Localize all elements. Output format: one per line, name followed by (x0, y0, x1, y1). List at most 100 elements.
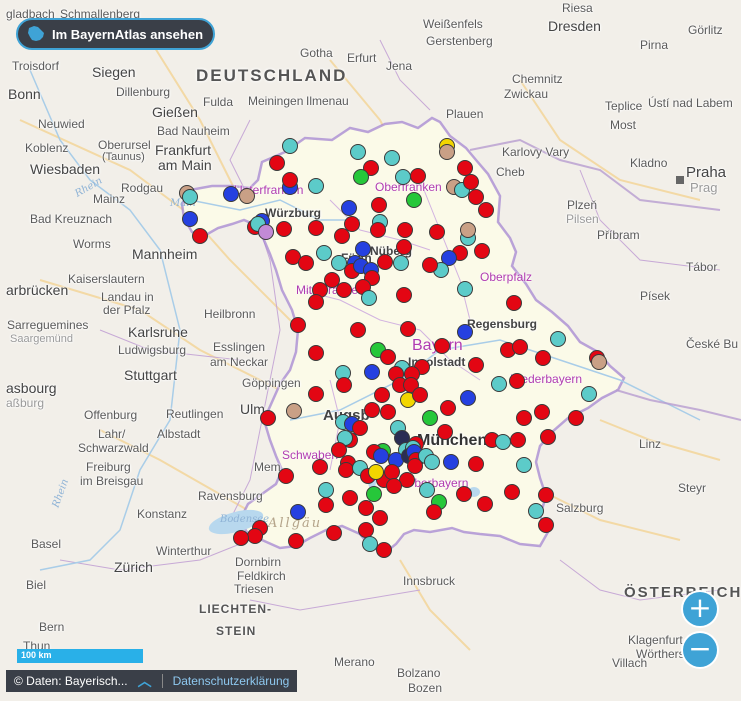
map-marker-teal[interactable] (528, 503, 544, 519)
map-marker-red[interactable] (400, 321, 416, 337)
map-marker-red[interactable] (534, 404, 550, 420)
map-marker-red[interactable] (247, 528, 263, 544)
map-marker-blue[interactable] (457, 324, 473, 340)
map-marker-red[interactable] (376, 542, 392, 558)
map-marker-teal[interactable] (395, 169, 411, 185)
map-marker-red[interactable] (364, 402, 380, 418)
zoom-in-button[interactable]: + (683, 592, 717, 626)
zoom-out-button[interactable]: − (683, 633, 717, 667)
map-marker-red[interactable] (336, 282, 352, 298)
map-marker-red[interactable] (478, 202, 494, 218)
map-marker-teal[interactable] (491, 376, 507, 392)
map-marker-red[interactable] (540, 429, 556, 445)
map-marker-red[interactable] (506, 295, 522, 311)
map-marker-red[interactable] (396, 239, 412, 255)
map-marker-teal[interactable] (384, 150, 400, 166)
map-marker-red[interactable] (344, 216, 360, 232)
map-marker-red[interactable] (342, 490, 358, 506)
map-marker-green[interactable] (422, 410, 438, 426)
map-marker-red[interactable] (468, 357, 484, 373)
map-marker-blue[interactable] (443, 454, 459, 470)
map-marker-red[interactable] (372, 510, 388, 526)
map-marker-red[interactable] (269, 155, 285, 171)
map-marker-teal[interactable] (318, 482, 334, 498)
map-marker-red[interactable] (308, 220, 324, 236)
map-marker-red[interactable] (422, 257, 438, 273)
map-marker-red[interactable] (380, 404, 396, 420)
map-marker-blue[interactable] (290, 504, 306, 520)
map-marker-brown[interactable] (286, 403, 302, 419)
map-marker-red[interactable] (308, 386, 324, 402)
map-marker-teal[interactable] (495, 434, 511, 450)
map-marker-red[interactable] (468, 456, 484, 472)
map-marker-teal[interactable] (516, 457, 532, 473)
map-marker-red[interactable] (412, 387, 428, 403)
map-marker-red[interactable] (397, 222, 413, 238)
map-marker-red[interactable] (512, 339, 528, 355)
map-marker-red[interactable] (290, 317, 306, 333)
map-marker-red[interactable] (374, 387, 390, 403)
map-marker-brown[interactable] (239, 188, 255, 204)
map-marker-red[interactable] (377, 254, 393, 270)
map-marker-blue[interactable] (373, 448, 389, 464)
map-marker-red[interactable] (410, 168, 426, 184)
map-marker-red[interactable] (233, 530, 249, 546)
map-marker-red[interactable] (437, 424, 453, 440)
map-marker-blue[interactable] (182, 211, 198, 227)
map-marker-teal[interactable] (424, 454, 440, 470)
map-marker-red[interactable] (312, 459, 328, 475)
map-marker-red[interactable] (440, 400, 456, 416)
map-marker-teal[interactable] (581, 386, 597, 402)
map-marker-red[interactable] (510, 432, 526, 448)
map-marker-teal[interactable] (393, 255, 409, 271)
map-marker-red[interactable] (326, 525, 342, 541)
map-marker-brown[interactable] (591, 354, 607, 370)
map-marker-red[interactable] (308, 345, 324, 361)
map-marker-red[interactable] (288, 533, 304, 549)
map-marker-red[interactable] (396, 287, 412, 303)
map-marker-yellow[interactable] (368, 464, 384, 480)
map-marker-red[interactable] (407, 458, 423, 474)
map-marker-red[interactable] (278, 468, 294, 484)
map-marker-red[interactable] (336, 377, 352, 393)
map-marker-red[interactable] (538, 517, 554, 533)
map-marker-red[interactable] (298, 255, 314, 271)
map-marker-red[interactable] (509, 373, 525, 389)
map-marker-red[interactable] (429, 224, 445, 240)
map-marker-teal[interactable] (316, 245, 332, 261)
map-marker-teal[interactable] (282, 138, 298, 154)
map-marker-red[interactable] (358, 500, 374, 516)
map-marker-red[interactable] (477, 496, 493, 512)
map-marker-red[interactable] (456, 486, 472, 502)
map-marker-teal[interactable] (457, 281, 473, 297)
map-marker-red[interactable] (474, 243, 490, 259)
map-marker-blue[interactable] (223, 186, 239, 202)
chevron-up-icon[interactable]: ︿ (138, 671, 152, 691)
map-marker-teal[interactable] (350, 144, 366, 160)
map-canvas[interactable]: DEUTSCHLAND ÖSTERREICH LIECHTEN- STEIN O… (0, 0, 741, 701)
map-marker-red[interactable] (426, 504, 442, 520)
map-marker-red[interactable] (538, 487, 554, 503)
map-marker-red[interactable] (516, 410, 532, 426)
map-marker-brown[interactable] (439, 144, 455, 160)
map-marker-red[interactable] (282, 172, 298, 188)
map-marker-blue[interactable] (364, 364, 380, 380)
map-marker-brown[interactable] (460, 222, 476, 238)
bayernatlas-button[interactable]: Im BayernAtlas ansehen (16, 18, 216, 50)
map-marker-red[interactable] (370, 222, 386, 238)
map-marker-red[interactable] (318, 497, 334, 513)
map-marker-red[interactable] (350, 322, 366, 338)
map-marker-purple[interactable] (258, 224, 274, 240)
map-marker-red[interactable] (386, 478, 402, 494)
map-marker-green[interactable] (353, 169, 369, 185)
map-marker-teal[interactable] (550, 331, 566, 347)
map-marker-red[interactable] (504, 484, 520, 500)
map-marker-red[interactable] (568, 410, 584, 426)
map-marker-teal[interactable] (361, 290, 377, 306)
map-marker-red[interactable] (260, 410, 276, 426)
map-marker-red[interactable] (380, 349, 396, 365)
map-marker-red[interactable] (192, 228, 208, 244)
map-marker-red[interactable] (535, 350, 551, 366)
map-marker-red[interactable] (308, 294, 324, 310)
map-marker-green[interactable] (406, 192, 422, 208)
